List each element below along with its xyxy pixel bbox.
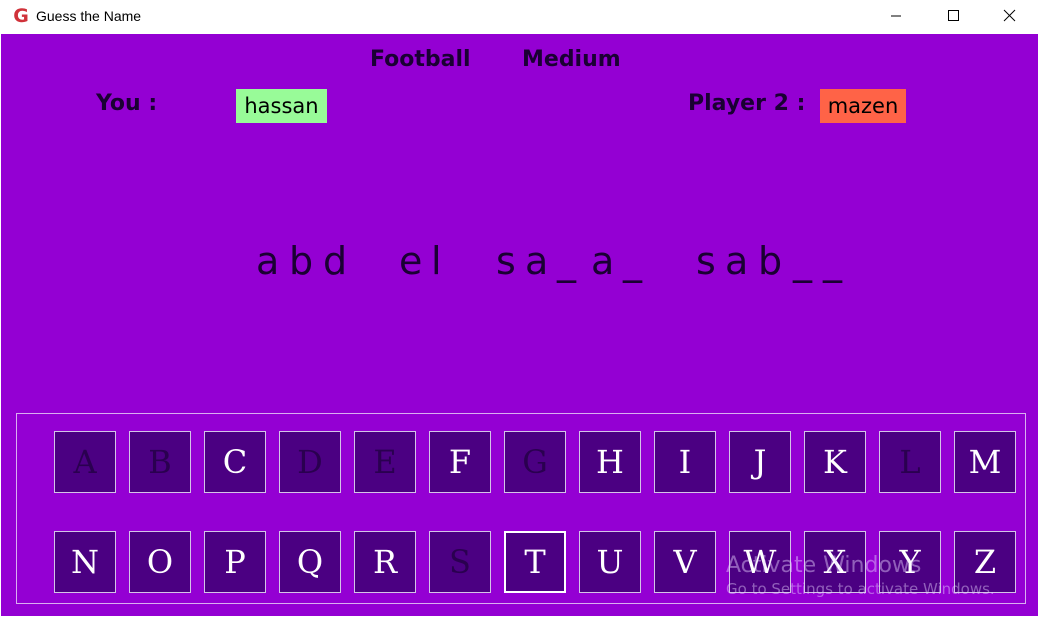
player2-name-badge: mazen bbox=[820, 89, 906, 123]
key-g[interactable]: G bbox=[504, 431, 566, 493]
window-title: Guess the Name bbox=[36, 8, 142, 24]
game-area: Football Medium You : hassan Player 2 : … bbox=[1, 34, 1038, 616]
key-v[interactable]: V bbox=[654, 531, 716, 593]
minimize-icon bbox=[891, 15, 901, 17]
player2-label: Player 2 : bbox=[688, 91, 806, 116]
watermark-title: Activate Windows bbox=[726, 553, 922, 578]
you-name-badge: hassan bbox=[236, 89, 327, 123]
key-c[interactable]: C bbox=[204, 431, 266, 493]
word-blank: _ bbox=[823, 239, 842, 283]
key-j[interactable]: J bbox=[729, 431, 791, 493]
key-a[interactable]: A bbox=[54, 431, 116, 493]
difficulty-label: Medium bbox=[522, 47, 621, 72]
word-letter: b bbox=[289, 239, 314, 283]
word-letter: a bbox=[591, 239, 615, 283]
key-d[interactable]: D bbox=[279, 431, 341, 493]
key-t[interactable]: T bbox=[504, 531, 566, 593]
category-label: Football bbox=[370, 47, 471, 72]
word-letter: e bbox=[399, 239, 423, 283]
key-p[interactable]: P bbox=[204, 531, 266, 593]
title-bar: G Guess the Name bbox=[0, 0, 1039, 34]
word-blank: _ bbox=[793, 239, 812, 283]
key-s[interactable]: S bbox=[429, 531, 491, 593]
word-letter: s bbox=[496, 239, 516, 283]
word-letter: b bbox=[758, 239, 783, 283]
minimize-button[interactable] bbox=[873, 0, 919, 32]
word-letter: s bbox=[696, 239, 716, 283]
word-letter: a bbox=[256, 239, 280, 283]
word-letter: l bbox=[431, 239, 442, 283]
key-i[interactable]: I bbox=[654, 431, 716, 493]
word-letter: a bbox=[525, 239, 549, 283]
key-r[interactable]: R bbox=[354, 531, 416, 593]
key-l[interactable]: L bbox=[879, 431, 941, 493]
key-n[interactable]: N bbox=[54, 531, 116, 593]
app-logo-icon: G bbox=[13, 5, 29, 27]
word-blank: _ bbox=[623, 239, 642, 283]
key-f[interactable]: F bbox=[429, 431, 491, 493]
word-blank: _ bbox=[557, 239, 576, 283]
you-label: You : bbox=[96, 91, 158, 116]
close-button[interactable] bbox=[987, 0, 1033, 32]
key-q[interactable]: Q bbox=[279, 531, 341, 593]
key-b[interactable]: B bbox=[129, 431, 191, 493]
watermark-subtitle: Go to Settings to activate Windows. bbox=[726, 580, 995, 598]
key-o[interactable]: O bbox=[129, 531, 191, 593]
maximize-button[interactable] bbox=[930, 0, 976, 32]
word-letter: d bbox=[323, 239, 348, 283]
maximize-icon bbox=[948, 10, 959, 21]
key-m[interactable]: M bbox=[954, 431, 1016, 493]
key-e[interactable]: E bbox=[354, 431, 416, 493]
key-u[interactable]: U bbox=[579, 531, 641, 593]
activation-watermark: Activate Windows Go to Settings to activ… bbox=[726, 553, 995, 598]
word-letter: a bbox=[725, 239, 749, 283]
key-h[interactable]: H bbox=[579, 431, 641, 493]
close-icon bbox=[1003, 9, 1016, 22]
key-k[interactable]: K bbox=[804, 431, 866, 493]
